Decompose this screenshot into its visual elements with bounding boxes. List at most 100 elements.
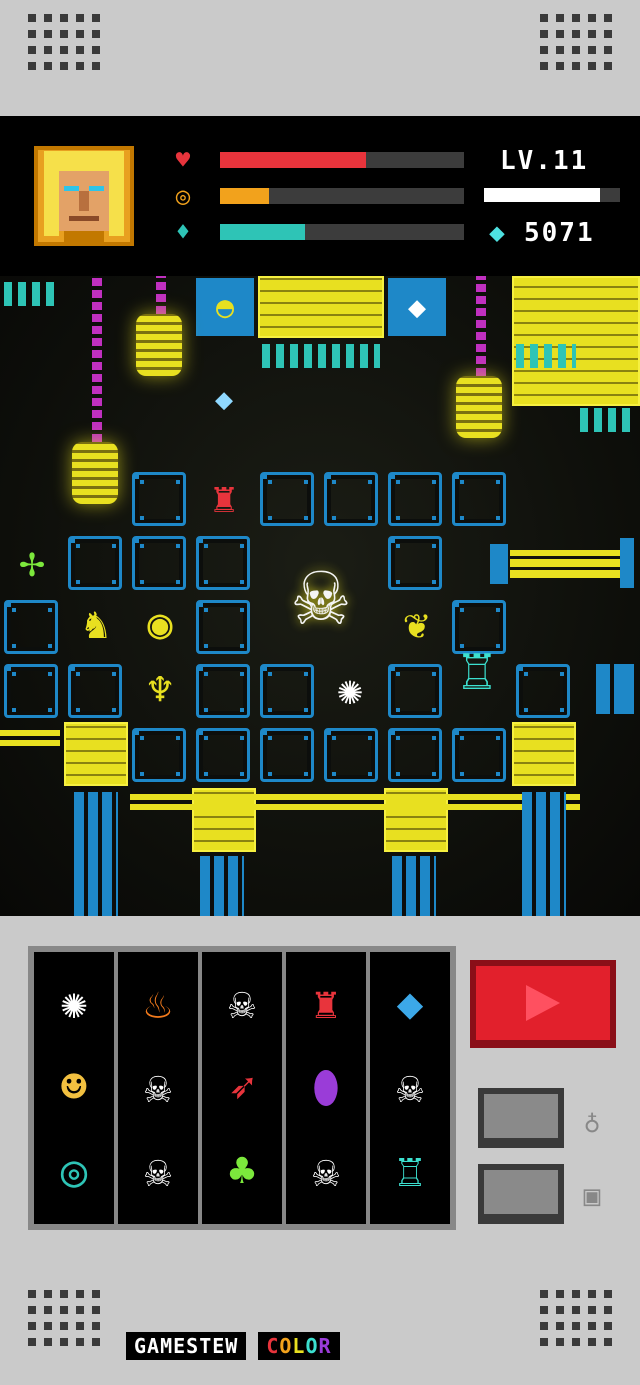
stone-pillar [392,856,436,916]
red-mage-unit[interactable]: ♜ [196,468,252,528]
game-device-frame: ♥ ◎ ♦ LV.11 ◆ 5071 ◓ ◆ ◆ ☠ ♜ ✢ ♞ ◉ ♆ ❦ ✺… [0,0,640,1385]
speaker-grille-top-left [28,14,100,70]
icicles-far-right [580,408,636,432]
rune-box-left: ◓ [196,278,254,336]
water-drop-icon: ♦ [175,218,191,246]
skull-icon[interactable]: ☠ [375,1053,445,1123]
card-hand-panel: ✺ ☻ ◎ ♨ ☠ ☠ ☠ ➶ ♣ ♜ ⬮ ☠ ◆ ☠ ♖ [28,946,456,1230]
icicles-center [262,344,380,368]
gem-icon: ◆ [489,218,507,248]
board-tile[interactable] [388,472,442,526]
mana-bar [220,224,464,240]
chain [156,276,166,314]
mana-row: ♦ [166,218,464,246]
cyan-golem-icon[interactable]: ♖ [375,1137,445,1207]
cyan-golem-unit[interactable]: ♖ [446,626,508,716]
board-tile[interactable] [516,664,570,718]
coin-stack-icon: ◎ [175,182,191,210]
board-tile[interactable] [260,728,314,782]
chain [92,276,102,442]
logo-color: COLOR [258,1332,340,1360]
board-tile[interactable] [132,728,186,782]
glowing-eye-ring-icon[interactable]: ◎ [39,1137,109,1207]
board-tile[interactable] [132,536,186,590]
board-tile[interactable] [452,728,506,782]
dungeon-board[interactable]: ◓ ◆ ◆ ☠ ♜ ✢ ♞ ◉ ♆ ❦ ✺ ♖ [0,276,640,916]
floating-crystal: ◆ [214,382,234,417]
fire-spear-icon[interactable]: ➶ [207,1053,277,1123]
board-tile[interactable] [324,728,378,782]
potion-icon: ♁ [583,1105,601,1138]
spider-web-icon[interactable]: ✺ [39,969,109,1039]
blond-warrior-icon[interactable]: ☻ [39,1053,109,1123]
action-button-1[interactable] [478,1088,564,1148]
heart-icon: ♥ [175,146,191,174]
brick-rail [0,730,60,746]
golden-eye-unit[interactable]: ◉ [132,596,188,652]
board-tile[interactable] [196,600,250,654]
board-tile[interactable] [196,536,250,590]
hand-column[interactable]: ✺ ☻ ◎ [34,952,114,1224]
green-archer-unit[interactable]: ✢ [4,534,60,590]
board-tile[interactable] [4,600,58,654]
skull-icon[interactable]: ☠ [123,1137,193,1207]
blue-crystal-icon[interactable]: ◆ [375,969,445,1039]
golden-bat-unit[interactable]: ❦ [388,596,444,652]
brick-wall-top-center [258,276,384,338]
red-hooded-mage-icon[interactable]: ♜ [291,969,361,1039]
health-row: ♥ [166,146,464,174]
board-tile[interactable] [388,728,442,782]
board-tile[interactable] [196,728,250,782]
board-tile[interactable] [196,664,250,718]
brick-wall-top-right [512,276,640,406]
hand-column[interactable]: ◆ ☠ ♖ [370,952,450,1224]
board-tile[interactable] [132,472,186,526]
stone-pillar [74,792,118,916]
skull-icon[interactable]: ☠ [123,1053,193,1123]
board-tile[interactable] [388,664,442,718]
stamina-bar [220,188,464,204]
action-button-2[interactable] [478,1164,564,1224]
hanging-lantern [136,314,182,376]
board-tile[interactable] [324,472,378,526]
brick-ledge-left [64,722,128,786]
stamina-row: ◎ [166,182,464,210]
hud-panel: ♥ ◎ ♦ LV.11 ◆ 5071 [0,116,640,276]
speaker-grille-top-right [540,14,612,70]
icicles-right [516,344,576,368]
board-tile[interactable] [68,536,122,590]
skull-icon[interactable]: ☠ [291,1137,361,1207]
bone-dragon-boss[interactable]: ☠ [262,534,380,654]
spider-web-unit[interactable]: ✺ [322,662,378,718]
health-bar [220,152,464,168]
board-tile[interactable] [388,536,442,590]
icicles-left [4,282,60,306]
hand-column[interactable]: ☠ ➶ ♣ [202,952,282,1224]
purple-cauldron-icon[interactable]: ⬮ [291,1053,361,1123]
chain [476,276,486,376]
forest-elf-icon[interactable]: ♣ [207,1137,277,1207]
skull-icon[interactable]: ☠ [207,969,277,1039]
golden-harpy-unit[interactable]: ♞ [68,596,124,652]
hero-portrait [34,146,134,246]
gem-counter: ◆ 5071 [484,216,595,250]
speaker-grille-bottom-right [540,1290,612,1346]
golden-demon-unit[interactable]: ♆ [132,662,188,718]
brick-ledge-right [512,722,576,786]
board-tile[interactable] [260,472,314,526]
xp-bar [484,188,620,202]
speaker-grille-bottom-left [28,1290,100,1346]
wall-cannon-upper [470,538,640,588]
play-button[interactable] [470,960,616,1048]
hand-column[interactable]: ♜ ⬮ ☠ [286,952,366,1224]
robot-face-icon: ▣ [583,1179,601,1212]
board-tile[interactable] [260,664,314,718]
level-label: LV.11 [500,146,589,176]
board-tile[interactable] [68,664,122,718]
board-tile[interactable] [4,664,58,718]
hanging-lantern [72,442,118,504]
campfire-icon[interactable]: ♨ [123,969,193,1039]
hand-column[interactable]: ♨ ☠ ☠ [118,952,198,1224]
stone-pillar [522,792,566,916]
board-tile[interactable] [452,472,506,526]
